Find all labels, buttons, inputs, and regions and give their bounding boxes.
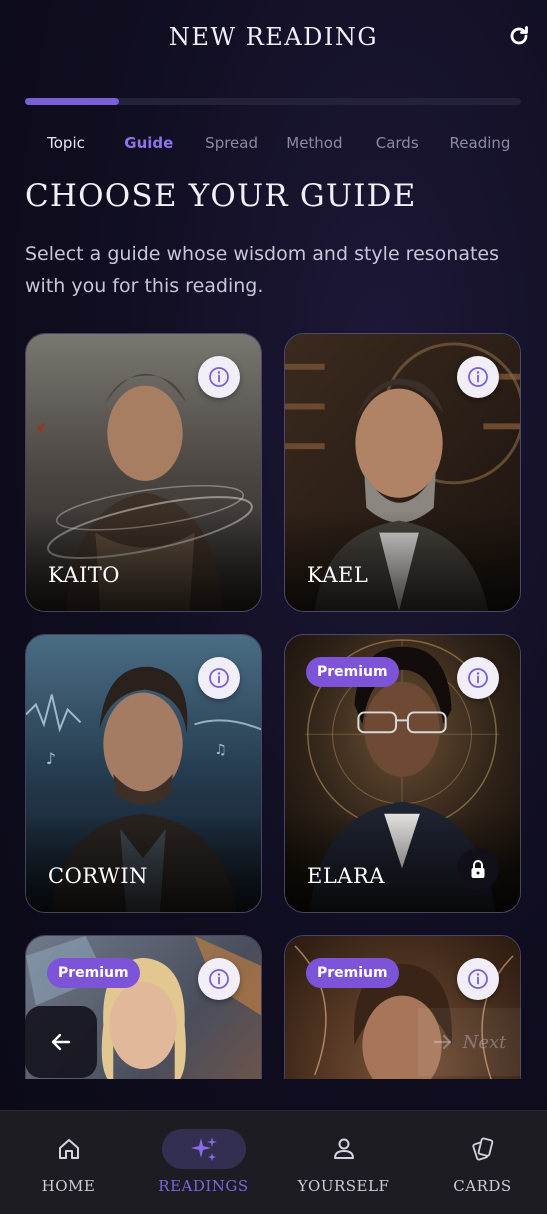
info-button[interactable] bbox=[457, 356, 499, 398]
refresh-icon bbox=[510, 26, 528, 45]
card-shade bbox=[26, 511, 261, 611]
nav-label: YOURSELF bbox=[297, 1177, 390, 1195]
guide-name: KAEL bbox=[307, 563, 369, 587]
step-topic[interactable]: Topic bbox=[25, 134, 107, 158]
guide-card-elara[interactable]: Premium ELARA bbox=[284, 634, 521, 913]
step-tabs: Topic Guide Spread Method Cards Reading bbox=[25, 134, 521, 158]
nav-label: HOME bbox=[41, 1177, 96, 1195]
premium-badge: Premium bbox=[306, 958, 399, 988]
info-icon bbox=[468, 367, 488, 387]
info-icon bbox=[468, 668, 488, 688]
nav-icon-wrap bbox=[27, 1129, 111, 1169]
nav-icon-wrap bbox=[441, 1129, 525, 1169]
svg-text:♫: ♫ bbox=[214, 742, 226, 758]
guide-card-kaito[interactable]: KAITO bbox=[25, 333, 262, 612]
step-reading[interactable]: Reading bbox=[439, 134, 521, 158]
step-cards[interactable]: Cards bbox=[356, 134, 438, 158]
step-guide[interactable]: Guide bbox=[108, 134, 190, 158]
page-title: NEW READING bbox=[168, 23, 379, 51]
step-method[interactable]: Method bbox=[273, 134, 355, 158]
info-button[interactable] bbox=[198, 356, 240, 398]
next-label: Next bbox=[462, 1031, 507, 1053]
guide-grid: KAITO KAEL ♪ ♫ CORWIN Premium ELARA Prem… bbox=[0, 332, 547, 1079]
lock-badge bbox=[457, 848, 499, 890]
nav-readings[interactable]: READINGS bbox=[135, 1111, 272, 1214]
bottom-nav: HOME READINGS YOURSELF CARDS bbox=[0, 1110, 547, 1214]
svg-text:♪: ♪ bbox=[46, 749, 56, 768]
info-button[interactable] bbox=[198, 657, 240, 699]
guide-name: KAITO bbox=[48, 563, 121, 587]
nav-label: READINGS bbox=[158, 1177, 249, 1195]
info-icon bbox=[209, 969, 229, 989]
arrow-left-icon bbox=[51, 1033, 71, 1051]
progress-bar bbox=[25, 98, 521, 105]
info-icon bbox=[209, 668, 229, 688]
refresh-button[interactable] bbox=[505, 22, 533, 50]
guide-card-corwin[interactable]: ♪ ♫ CORWIN bbox=[25, 634, 262, 913]
guide-name: CORWIN bbox=[48, 864, 148, 888]
nav-home[interactable]: HOME bbox=[0, 1111, 137, 1214]
nav-yourself[interactable]: YOURSELF bbox=[275, 1111, 412, 1214]
nav-label: CARDS bbox=[453, 1177, 512, 1195]
header: NEW READING bbox=[0, 0, 547, 80]
guide-card-kael[interactable]: KAEL bbox=[284, 333, 521, 612]
back-button[interactable] bbox=[25, 1006, 97, 1078]
section-subtitle: Select a guide whose wisdom and style re… bbox=[25, 243, 500, 297]
progress-fill bbox=[25, 98, 120, 105]
info-button[interactable] bbox=[457, 958, 499, 1000]
sparkles-icon bbox=[190, 1137, 217, 1161]
card-shade bbox=[26, 812, 261, 912]
next-button[interactable]: Next bbox=[418, 1008, 521, 1076]
card-shade bbox=[285, 511, 520, 611]
arrow-right-icon bbox=[433, 1034, 451, 1050]
nav-cards[interactable]: CARDS bbox=[414, 1111, 547, 1214]
info-button[interactable] bbox=[457, 657, 499, 699]
person-icon bbox=[333, 1138, 354, 1159]
section-title: CHOOSE YOUR GUIDE bbox=[25, 178, 417, 214]
info-button[interactable] bbox=[198, 958, 240, 1000]
lock-icon bbox=[471, 860, 485, 878]
nav-icon-wrap bbox=[161, 1129, 246, 1169]
guide-name: ELARA bbox=[307, 864, 385, 888]
nav-icon-wrap bbox=[302, 1129, 386, 1169]
info-icon bbox=[468, 969, 488, 989]
cards-icon bbox=[471, 1137, 493, 1161]
premium-badge: Premium bbox=[306, 657, 399, 687]
info-icon bbox=[209, 367, 229, 387]
premium-badge: Premium bbox=[47, 958, 140, 988]
step-spread[interactable]: Spread bbox=[191, 134, 273, 158]
home-icon bbox=[58, 1139, 79, 1159]
